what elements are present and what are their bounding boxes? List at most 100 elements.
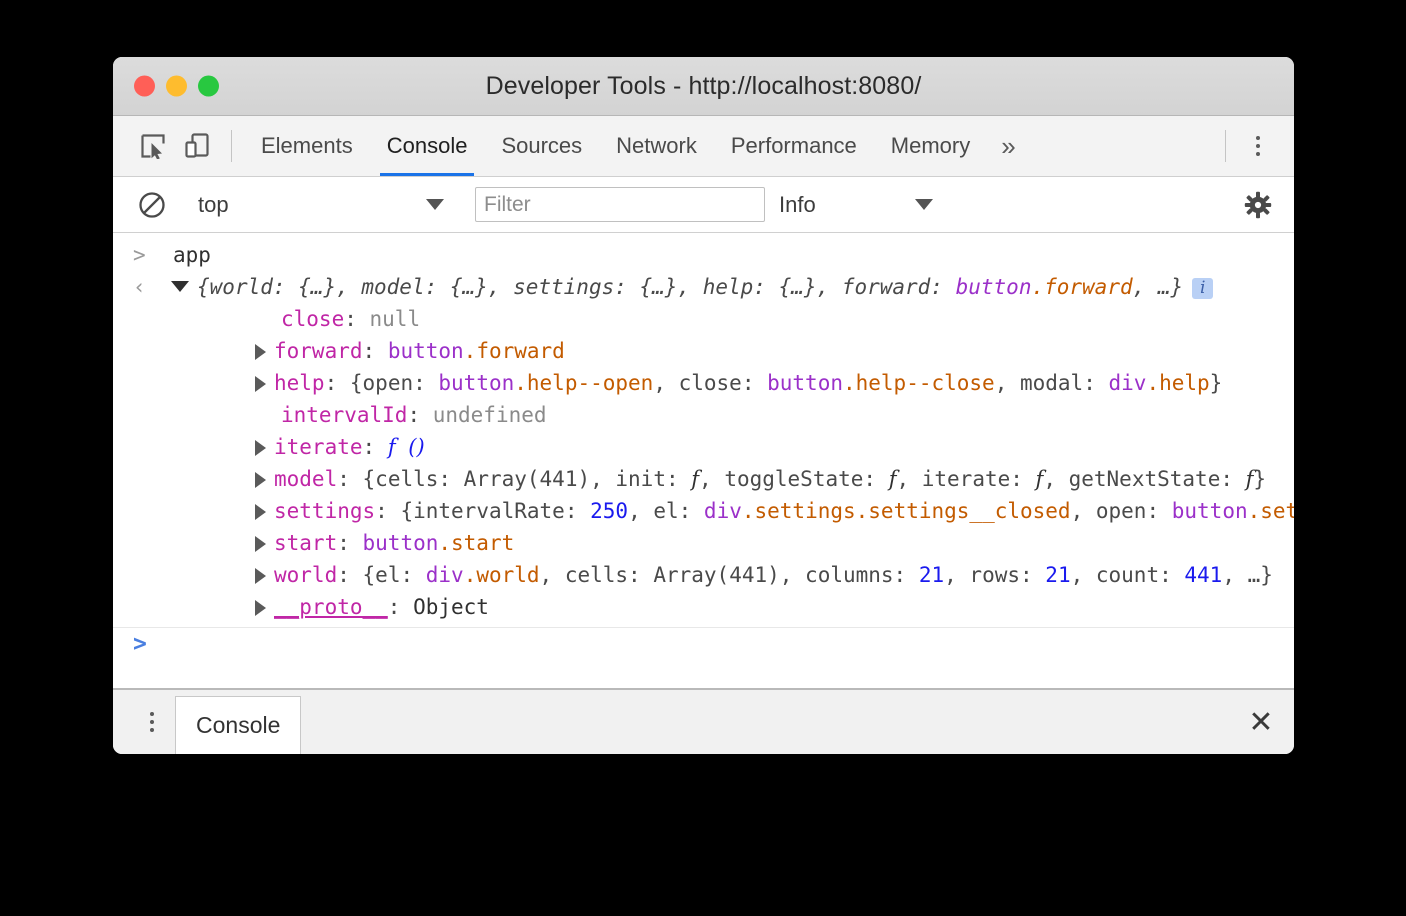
execution-context-select[interactable]: top xyxy=(198,192,450,218)
more-tools-icon[interactable] xyxy=(129,690,175,754)
chevron-down-icon xyxy=(426,199,444,210)
tab-elements[interactable]: Elements xyxy=(244,116,370,176)
console-input-text: app xyxy=(173,243,211,267)
expand-result-triangle[interactable] xyxy=(171,281,189,292)
property-value-segment: , getNextState: xyxy=(1043,467,1245,491)
log-level-select[interactable]: Info xyxy=(779,192,939,218)
property-separator: : xyxy=(325,371,350,395)
tabstrip-spacer xyxy=(1030,116,1213,176)
property-value-segment: div xyxy=(426,563,464,587)
console-input-row: > app xyxy=(113,239,1294,271)
execution-context-value: top xyxy=(198,192,426,218)
settings-gear-icon[interactable] xyxy=(1236,190,1280,220)
tab-network[interactable]: Network xyxy=(599,116,714,176)
property-value-segment: .help--open xyxy=(514,371,653,395)
zoom-window-button[interactable] xyxy=(198,76,219,97)
tabstrip-right-divider xyxy=(1225,130,1226,162)
property-value-segment: } xyxy=(1253,467,1266,491)
inspect-element-icon[interactable] xyxy=(131,116,175,176)
object-property-row: __proto__: Object xyxy=(113,591,1294,623)
tab-performance[interactable]: Performance xyxy=(714,116,874,176)
device-toolbar-icon[interactable] xyxy=(175,116,219,176)
property-value-segment: button xyxy=(767,371,843,395)
tab-sources-label: Sources xyxy=(501,133,582,159)
filter-input[interactable] xyxy=(475,187,765,222)
expand-property-triangle[interactable] xyxy=(255,568,266,584)
property-key: settings xyxy=(274,499,375,523)
property-value-segment: } xyxy=(1260,563,1273,587)
property-separator: : xyxy=(344,307,369,331)
property-value-segment: f xyxy=(388,435,396,459)
input-caret-icon: > xyxy=(133,239,157,271)
property-value-segment: .help xyxy=(1146,371,1209,395)
property-value-segment: () xyxy=(408,435,424,459)
preview-tag: button xyxy=(956,275,1032,299)
property-separator: : xyxy=(363,339,388,363)
object-property-row: iterate: f () xyxy=(113,431,1294,463)
object-preview: {world: {…}, model: {…}, settings: {…}, … xyxy=(197,275,1183,299)
console-result-row: ‹ {world: {…}, model: {…}, settings: {…}… xyxy=(113,271,1294,303)
property-value-segment: .setti xyxy=(1248,499,1294,523)
property-value-segment: , iterate: xyxy=(896,467,1035,491)
property-separator: : xyxy=(337,563,362,587)
close-drawer-button[interactable]: ✕ xyxy=(1228,690,1294,754)
output-caret-icon: ‹ xyxy=(133,271,157,303)
expand-property-triangle[interactable] xyxy=(255,376,266,392)
property-value-segment xyxy=(396,435,409,459)
info-badge[interactable]: i xyxy=(1192,278,1213,299)
object-property-row: intervalId: undefined xyxy=(113,399,1294,431)
clear-console-icon[interactable] xyxy=(131,191,173,219)
more-options-icon[interactable] xyxy=(1238,116,1278,176)
expand-property-triangle[interactable] xyxy=(255,600,266,616)
property-value-segment: cells: Array(441), init: xyxy=(375,467,691,491)
object-property-list: close: nullforward: button.forwardhelp: … xyxy=(113,303,1294,623)
property-value-segment: , toggleState: xyxy=(699,467,889,491)
drawer-spacer xyxy=(301,690,1228,754)
property-value-class[interactable]: .start xyxy=(438,531,514,555)
expand-property-triangle[interactable] xyxy=(255,536,266,552)
chevron-down-icon xyxy=(915,199,933,210)
property-value-segment: , rows: xyxy=(944,563,1045,587)
property-value-segment: button xyxy=(1172,499,1248,523)
tab-console[interactable]: Console xyxy=(370,116,485,176)
expand-property-triangle[interactable] xyxy=(255,440,266,456)
tab-memory[interactable]: Memory xyxy=(874,116,987,176)
console-prompt-row[interactable]: > xyxy=(113,628,1294,688)
property-separator: : xyxy=(388,595,413,619)
console-message-list[interactable]: > app ‹ {world: {…}, model: {…}, setting… xyxy=(113,233,1294,688)
property-key: start xyxy=(274,531,337,555)
property-value-segment: 21 xyxy=(1045,563,1070,587)
property-value-segment: , modal: xyxy=(995,371,1109,395)
window-title: Developer Tools - http://localhost:8080/ xyxy=(113,72,1294,101)
expand-property-triangle[interactable] xyxy=(255,344,266,360)
property-value-segment: , close: xyxy=(653,371,767,395)
property-separator: : xyxy=(375,499,400,523)
object-property-row: world: {el: div.world, cells: Array(441)… xyxy=(113,559,1294,591)
toolbar-divider xyxy=(231,130,232,162)
tab-sources[interactable]: Sources xyxy=(484,116,599,176)
expand-property-triangle[interactable] xyxy=(255,472,266,488)
property-value-segment: , count: xyxy=(1071,563,1185,587)
property-key: help xyxy=(274,371,325,395)
drawer-tab-console[interactable]: Console xyxy=(175,696,301,754)
object-property-row: start: button.start xyxy=(113,527,1294,559)
property-value-segment: , open: xyxy=(1071,499,1172,523)
property-value-tag[interactable]: button xyxy=(363,531,439,555)
property-value-segment: { xyxy=(350,371,363,395)
property-value-segment: div xyxy=(704,499,742,523)
property-value-tag[interactable]: button xyxy=(388,339,464,363)
property-separator: : xyxy=(363,435,388,459)
more-tabs-button[interactable]: » xyxy=(987,116,1029,176)
tab-network-label: Network xyxy=(616,133,697,159)
close-window-button[interactable] xyxy=(134,76,155,97)
property-value-class[interactable]: .forward xyxy=(464,339,565,363)
property-value-segment: 21 xyxy=(919,563,944,587)
traffic-lights xyxy=(134,76,219,97)
property-value-segment: .help--close xyxy=(843,371,995,395)
console-drawer: Console ✕ xyxy=(113,688,1294,754)
title-bar: Developer Tools - http://localhost:8080/ xyxy=(113,57,1294,116)
object-property-row: forward: button.forward xyxy=(113,335,1294,367)
minimize-window-button[interactable] xyxy=(166,76,187,97)
log-level-value: Info xyxy=(779,192,915,218)
expand-property-triangle[interactable] xyxy=(255,504,266,520)
